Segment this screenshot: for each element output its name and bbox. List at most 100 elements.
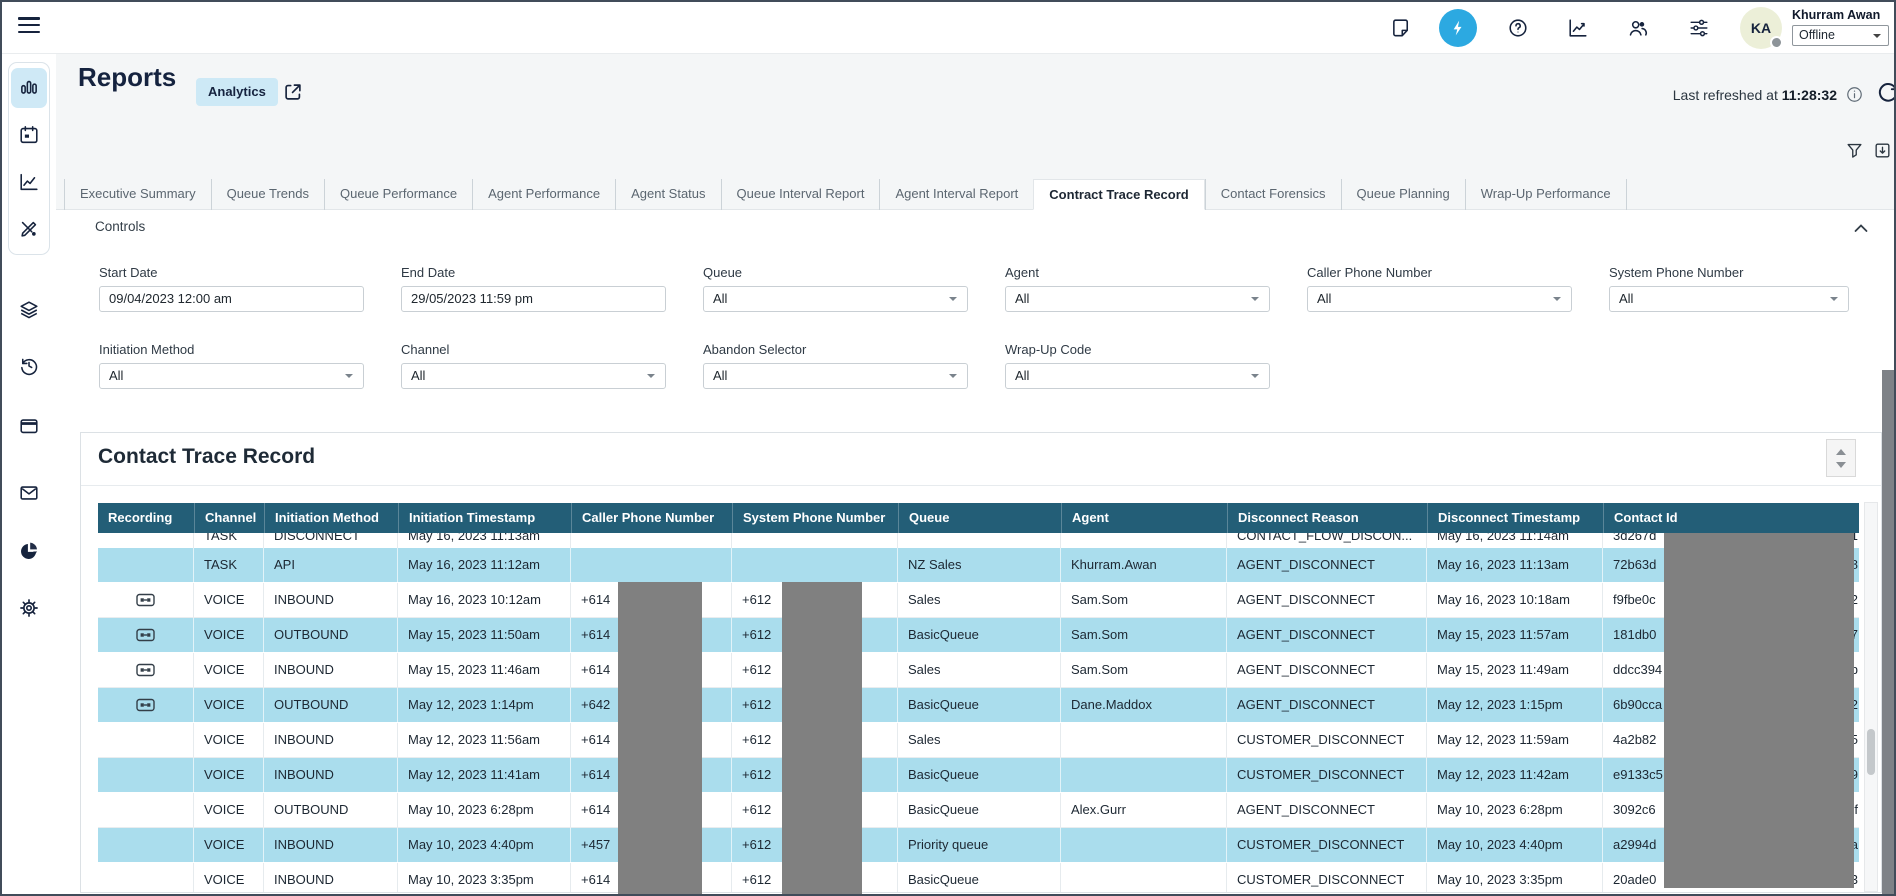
table-scrollbar-thumb[interactable] — [1867, 729, 1875, 775]
cell-initiation-method: INBOUND — [264, 758, 398, 792]
table-row[interactable]: VOICEINBOUNDMay 16, 2023 10:12am+614+612… — [98, 583, 1859, 618]
tab-executive-summary[interactable]: Executive Summary — [64, 179, 211, 210]
collapse-chevron-icon[interactable] — [1854, 223, 1868, 233]
tab-contract-trace-record[interactable]: Contract Trace Record — [1033, 179, 1204, 210]
cell-disconnect-reason: AGENT_DISCONNECT — [1227, 583, 1427, 617]
redaction-system-phone — [782, 582, 862, 894]
sidebar-item-reports[interactable] — [11, 68, 47, 108]
analytics-badge: Analytics — [196, 78, 278, 106]
channel-dropdown[interactable]: All — [401, 363, 666, 389]
cell-queue: BasicQueue — [898, 618, 1061, 652]
queue-dropdown[interactable]: All — [703, 286, 968, 312]
table-row[interactable]: VOICEINBOUNDMay 12, 2023 11:56am+614+612… — [98, 723, 1859, 758]
pie-chart-icon[interactable] — [18, 540, 40, 562]
contact-trace-record-card: Contact Trace Record RecordingChannelIni… — [80, 432, 1882, 893]
field-label: Caller Phone Number — [1307, 265, 1572, 280]
cell-channel: VOICE — [194, 688, 264, 722]
cell-channel: VOICE — [194, 793, 264, 827]
field-label: Abandon Selector — [703, 342, 968, 357]
tab-queue-interval-report[interactable]: Queue Interval Report — [721, 179, 880, 210]
recording-icon[interactable] — [98, 618, 194, 652]
status-select[interactable]: Offline — [1792, 25, 1889, 46]
cell-initiation-timestamp: May 16, 2023 11:12am — [398, 548, 571, 582]
table-row[interactable]: VOICEINBOUNDMay 15, 2023 11:46am+614+612… — [98, 653, 1859, 688]
wrap-up-code-dropdown[interactable]: All — [1005, 363, 1270, 389]
cell-agent: Sam.Som — [1061, 583, 1227, 617]
cell-channel: VOICE — [194, 583, 264, 617]
spinner-down-icon[interactable] — [1836, 462, 1846, 473]
info-icon[interactable] — [1845, 85, 1864, 104]
external-link-icon[interactable] — [282, 81, 304, 103]
sidebar-item-schedule[interactable] — [11, 115, 47, 155]
hamburger-menu-icon[interactable] — [18, 17, 40, 34]
table-row[interactable]: TASKAPIMay 16, 2023 11:12amNZ SalesKhurr… — [98, 548, 1859, 583]
spinner-up-icon[interactable] — [1836, 444, 1846, 455]
contacts-icon[interactable] — [1627, 17, 1649, 39]
end-date-input[interactable]: 29/05/2023 11:59 pm — [401, 286, 666, 312]
cell-agent — [1061, 863, 1227, 893]
help-icon[interactable] — [1507, 17, 1529, 39]
sidebar-item-performance[interactable] — [11, 162, 47, 202]
page-scrollbar[interactable] — [1882, 370, 1894, 894]
table-row[interactable]: TASKDISCONNECTMay 16, 2023 11:13amCONTAC… — [98, 533, 1859, 548]
tab-queue-planning[interactable]: Queue Planning — [1341, 179, 1465, 210]
field-agent: Agent All — [1005, 265, 1270, 312]
bar-chart-icon — [18, 77, 40, 99]
caller-phone-dropdown[interactable]: All — [1307, 286, 1572, 312]
quick-actions-icon[interactable] — [1439, 9, 1477, 47]
insights-chart-icon[interactable] — [1567, 17, 1589, 39]
table-row[interactable]: VOICEOUTBOUNDMay 15, 2023 11:50am+614+61… — [98, 618, 1859, 653]
page-title: Reports — [78, 62, 176, 93]
tab-agent-performance[interactable]: Agent Performance — [472, 179, 615, 210]
preferences-sliders-icon[interactable] — [1688, 17, 1710, 39]
cell-channel: VOICE — [194, 758, 264, 792]
initiation-method-dropdown[interactable]: All — [99, 363, 364, 389]
table-row[interactable]: VOICEINBOUNDMay 10, 2023 3:35pm+614+612B… — [98, 863, 1859, 893]
filter-icon[interactable] — [1845, 141, 1864, 160]
history-icon[interactable] — [18, 355, 40, 377]
refresh-icon[interactable] — [1876, 82, 1896, 106]
field-channel: Channel All — [401, 342, 666, 389]
table-row[interactable]: VOICEINBOUNDMay 12, 2023 11:41am+614+612… — [98, 758, 1859, 793]
table-scrollbar[interactable] — [1864, 502, 1878, 892]
tab-queue-performance[interactable]: Queue Performance — [324, 179, 472, 210]
cell-initiation-timestamp: May 10, 2023 4:40pm — [398, 828, 571, 862]
table-row[interactable]: VOICEINBOUNDMay 10, 2023 4:40pm+457+612P… — [98, 828, 1859, 863]
table-row[interactable]: VOICEOUTBOUNDMay 10, 2023 6:28pm+614+612… — [98, 793, 1859, 828]
browser-window-icon[interactable] — [18, 415, 40, 437]
start-date-input[interactable]: 09/04/2023 12:00 am — [99, 286, 364, 312]
layers-icon[interactable] — [18, 299, 40, 321]
column-header-initiation-timestamp: Initiation Timestamp — [398, 503, 571, 533]
table-row[interactable]: VOICEOUTBOUNDMay 12, 2023 1:14pm+642+612… — [98, 688, 1859, 723]
system-phone-dropdown[interactable]: All — [1609, 286, 1849, 312]
field-label: Agent — [1005, 265, 1270, 280]
tab-agent-interval-report[interactable]: Agent Interval Report — [879, 179, 1033, 210]
column-header-channel: Channel — [194, 503, 264, 533]
notes-icon[interactable] — [1390, 17, 1412, 39]
abandon-selector-dropdown[interactable]: All — [703, 363, 968, 389]
cell-initiation-method: INBOUND — [264, 723, 398, 757]
sidebar-nav-group — [8, 62, 50, 255]
tab-queue-trends[interactable]: Queue Trends — [211, 179, 324, 210]
download-icon[interactable] — [1873, 141, 1892, 160]
agent-dropdown[interactable]: All — [1005, 286, 1270, 312]
tab-contact-forensics[interactable]: Contact Forensics — [1205, 179, 1341, 210]
last-refreshed-label: Last refreshed at — [1673, 87, 1778, 103]
recording-icon[interactable] — [98, 583, 194, 617]
sidebar-item-customize[interactable] — [11, 209, 47, 249]
cell-disconnect-timestamp: May 12, 2023 11:59am — [1427, 723, 1603, 757]
tab-wrap-up-performance[interactable]: Wrap-Up Performance — [1465, 179, 1627, 210]
mail-icon[interactable] — [18, 482, 40, 504]
top-bar: KA Khurram Awan Offline — [2, 2, 1894, 54]
title-separator — [81, 485, 1881, 486]
cell-disconnect-reason: CONTACT_FLOW_DISCON... — [1227, 533, 1427, 548]
app-window: KA Khurram Awan Offline — [0, 0, 1896, 896]
cell-disconnect-timestamp: May 16, 2023 11:13am — [1427, 548, 1603, 582]
recording-icon[interactable] — [98, 688, 194, 722]
settings-gear-icon[interactable] — [18, 597, 40, 619]
recording-icon[interactable] — [98, 653, 194, 687]
last-refreshed: Last refreshed at 11:28:32 — [1673, 85, 1864, 104]
cell-initiation-method: INBOUND — [264, 653, 398, 687]
tab-agent-status[interactable]: Agent Status — [615, 179, 720, 210]
cell-queue: BasicQueue — [898, 688, 1061, 722]
